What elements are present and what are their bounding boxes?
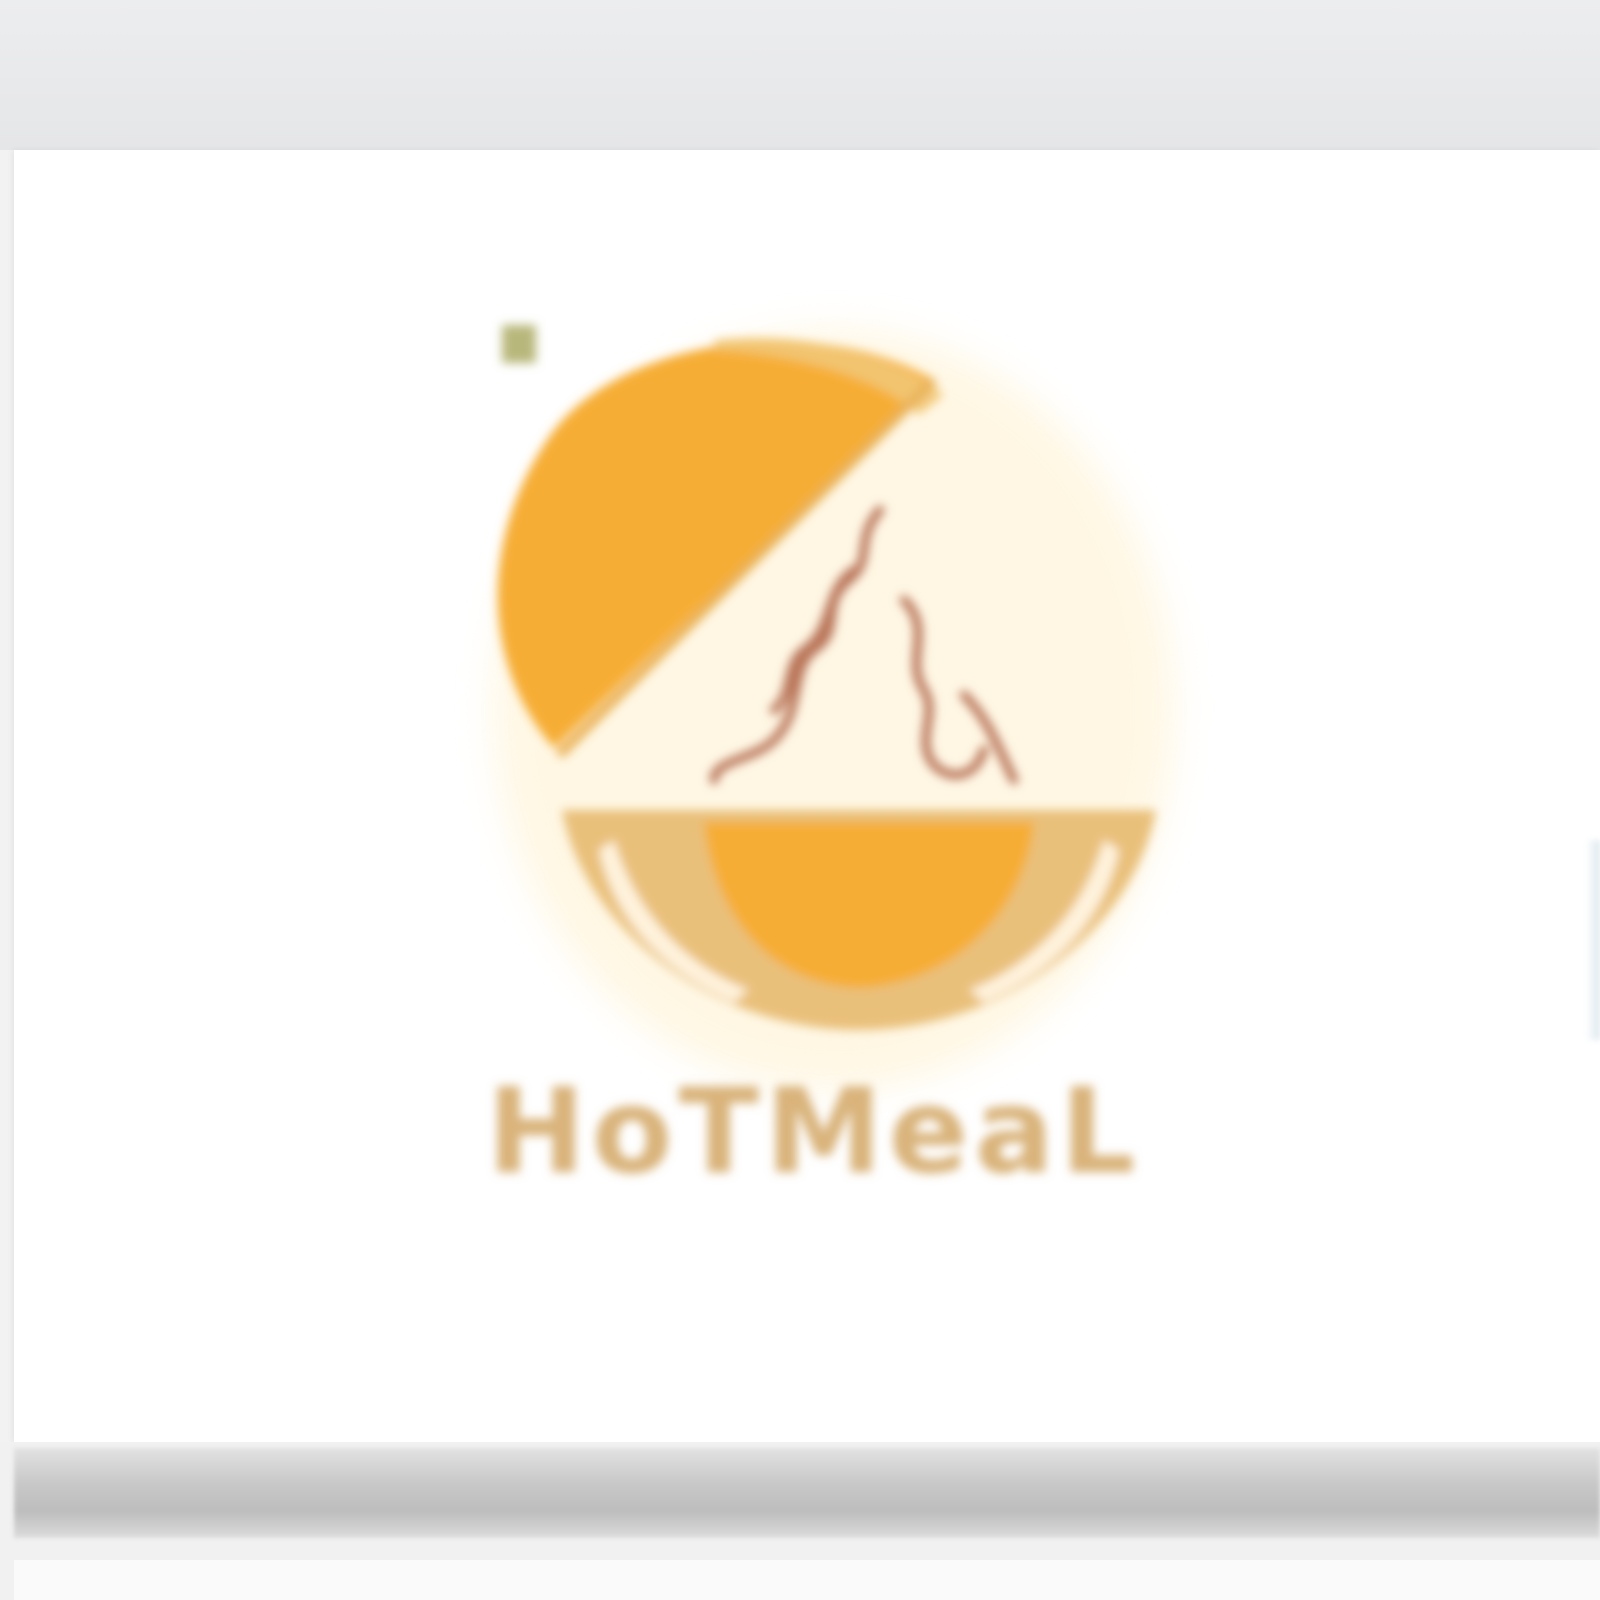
left-edge-strip: [0, 150, 14, 1442]
bottom-strip: [14, 1560, 1600, 1600]
brand-name: HoTMeaL: [487, 1062, 1142, 1200]
logo-card: HoTMeaL: [14, 150, 1600, 1442]
wordmark: HoTMeaL: [487, 1062, 1142, 1200]
top-band: [0, 0, 1600, 150]
hotmeal-logo: HoTMeaL: [487, 325, 1174, 1200]
bottom-shadow-bar: [14, 1448, 1600, 1538]
right-edge-glow: [1586, 840, 1600, 1040]
